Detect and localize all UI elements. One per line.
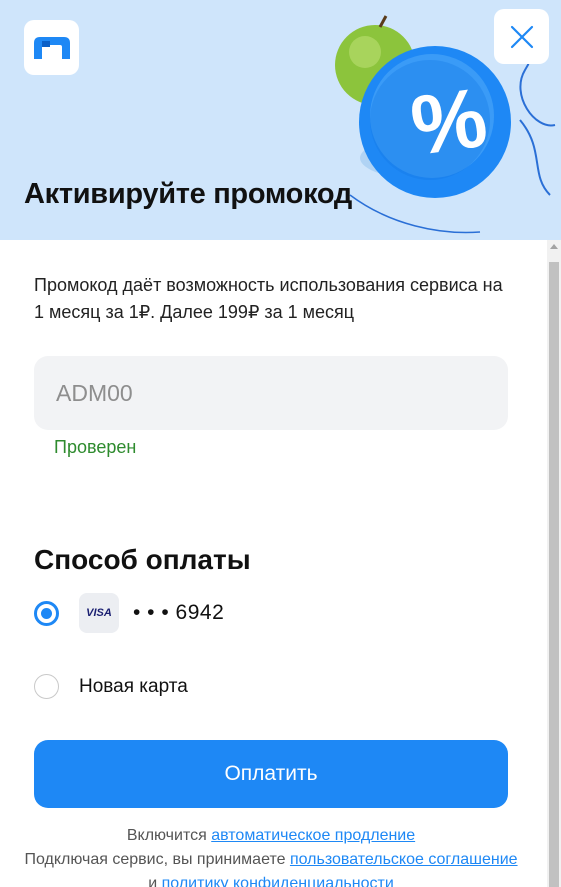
close-icon [510, 25, 533, 48]
payment-option-new-card[interactable]: Новая карта [34, 674, 188, 699]
autorenew-link[interactable]: автоматическое продление [211, 827, 415, 844]
payment-option-saved-card[interactable]: VISA • • • 6942 [34, 593, 224, 633]
promo-status: Проверен [54, 437, 137, 457]
card-number-masked: • • • 6942 [133, 601, 225, 624]
service-logo [24, 20, 79, 75]
radio-selected[interactable] [34, 600, 59, 626]
payment-method-title: Способ оплаты [34, 544, 251, 575]
service-logo-icon [33, 36, 70, 59]
agreement-and: и [148, 875, 158, 887]
radio-unselected[interactable] [34, 674, 59, 699]
close-button[interactable] [494, 9, 549, 64]
user-agreement-link[interactable]: пользовательское соглашение [290, 851, 518, 868]
scroll-up-arrow-icon[interactable] [550, 244, 558, 249]
visa-icon: VISA [79, 593, 119, 633]
page-title: Активируйте промокод [24, 178, 353, 210]
pay-button[interactable]: Оплатить [34, 740, 508, 808]
privacy-policy-link[interactable]: политику конфиденциальности [162, 875, 394, 887]
scrollbar-thumb[interactable] [549, 262, 559, 887]
percent-badge-icon: % [359, 46, 511, 198]
new-card-label: Новая карта [79, 675, 188, 697]
agreement-prefix: Подключая сервис, вы принимаете [24, 851, 286, 868]
svg-text:%: % [405, 70, 492, 173]
promo-description: Промокод даёт возможность использования … [34, 275, 503, 322]
autorenew-prefix: Включится [126, 827, 207, 844]
legal-text: Включится автоматическое продление Подкл… [24, 824, 518, 887]
promo-code-input[interactable] [34, 356, 508, 430]
promo-hero: % Активируйте промокод [0, 0, 561, 240]
